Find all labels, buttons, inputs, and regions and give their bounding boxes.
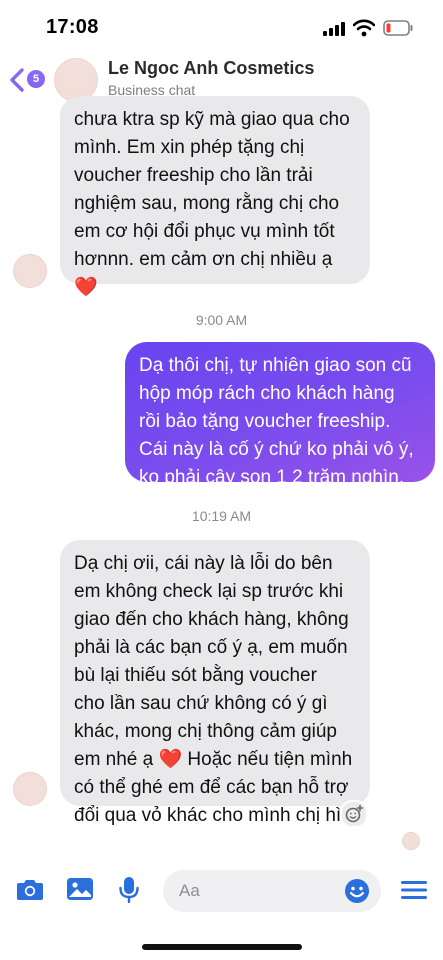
cellular-signal-icon [323,22,345,36]
camera-icon[interactable] [16,876,44,902]
message-composer [0,862,443,922]
menu-icon[interactable] [401,880,427,900]
battery-low-icon [383,20,413,36]
sender-avatar[interactable] [13,772,47,806]
message-input[interactable] [179,870,329,912]
message-bubble-incoming[interactable]: chưa ktra sp kỹ mà giao qua cho mình. Em… [60,96,370,298]
smiley-icon[interactable] [344,878,370,904]
unread-badge[interactable]: 5 [27,70,45,88]
message-bubble-outgoing[interactable]: Dạ thôi chị, tự nhiên giao son cũ hộp mó… [125,342,435,488]
status-bar: 17:08 [0,0,443,52]
message-input-field[interactable] [163,870,381,912]
message-timestamp: 9:00 AM [195,312,248,328]
sender-avatar[interactable] [13,254,47,288]
image-icon[interactable] [66,876,94,902]
message-timestamp: 10:19 AM [191,508,252,524]
status-time: 17:08 [46,16,99,38]
home-indicator [142,944,302,950]
seen-avatar [402,832,420,850]
add-reaction-icon[interactable] [340,800,368,828]
wifi-icon [353,19,375,37]
microphone-icon[interactable] [118,876,140,904]
contact-name[interactable]: Le Ngoc Anh Cosmetics [108,58,314,79]
message-bubble-incoming[interactable]: Dạ chị ơii, cái này là lỗi do bên em khô… [60,540,370,826]
back-icon[interactable] [6,66,28,94]
